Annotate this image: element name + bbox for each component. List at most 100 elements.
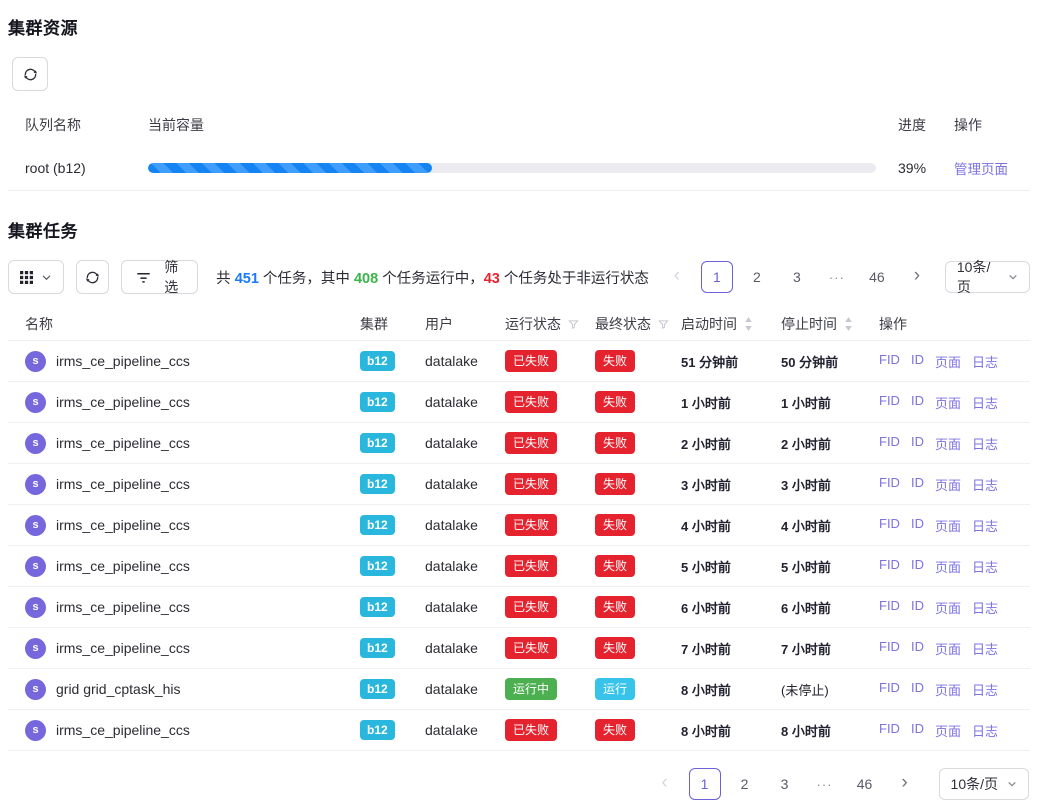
id-link[interactable]: ID — [911, 639, 924, 658]
capacity-progress-bar — [148, 163, 876, 173]
id-link[interactable]: ID — [911, 516, 924, 535]
page-button-46[interactable]: 46 — [861, 261, 893, 293]
run-status-badge: 已失败 — [505, 514, 557, 536]
filter-button-label: 筛选 — [159, 257, 183, 297]
page-button-3[interactable]: 3 — [769, 768, 801, 800]
spark-avatar-icon: s — [25, 556, 46, 577]
table-row: s irms_ce_pipeline_ccs b12 datalake 已失败 … — [8, 710, 1030, 751]
page-link[interactable]: 页面 — [935, 516, 961, 535]
layout-select-button[interactable] — [8, 260, 64, 294]
id-link[interactable]: ID — [911, 557, 924, 576]
page-link[interactable]: 页面 — [935, 393, 961, 412]
page-link[interactable]: 页面 — [935, 434, 961, 453]
log-link[interactable]: 日志 — [972, 557, 998, 576]
page-button-2[interactable]: 2 — [741, 261, 773, 293]
manage-page-link[interactable]: 管理页面 — [954, 162, 1008, 177]
spark-avatar-icon: s — [25, 638, 46, 659]
prev-page-button[interactable]: ‹ — [661, 261, 693, 293]
run-status-badge: 已失败 — [505, 719, 557, 741]
spark-avatar-icon: s — [25, 351, 46, 372]
page-link[interactable]: 页面 — [935, 639, 961, 658]
fid-link[interactable]: FID — [879, 598, 900, 617]
log-link[interactable]: 日志 — [972, 639, 998, 658]
page-size-select[interactable]: 10条/页 — [945, 261, 1030, 293]
column-user: 用户 — [425, 314, 505, 334]
tasks-refresh-button[interactable] — [76, 260, 109, 294]
fid-link[interactable]: FID — [879, 557, 900, 576]
run-status-badge: 已失败 — [505, 596, 557, 618]
final-status-badge: 失败 — [595, 596, 635, 618]
table-row: s irms_ce_pipeline_ccs b12 datalake 已失败 … — [8, 464, 1030, 505]
fid-link[interactable]: FID — [879, 393, 900, 412]
column-action: 操作 — [954, 115, 1030, 135]
sorter-icon[interactable] — [744, 317, 753, 331]
page-button-1[interactable]: 1 — [689, 768, 721, 800]
page-link[interactable]: 页面 — [935, 680, 961, 699]
log-link[interactable]: 日志 — [972, 516, 998, 535]
user-name: datalake — [425, 435, 505, 451]
final-status-badge: 失败 — [595, 432, 635, 454]
page-button-2[interactable]: 2 — [729, 768, 761, 800]
filter-button[interactable]: 筛选 — [121, 260, 198, 294]
summary-text: 共 — [216, 271, 235, 287]
page-link[interactable]: 页面 — [935, 721, 961, 740]
page-link[interactable]: 页面 — [935, 557, 961, 576]
next-page-button[interactable]: › — [889, 768, 921, 800]
prev-page-button[interactable]: ‹ — [649, 768, 681, 800]
page-size-select[interactable]: 10条/页 — [939, 768, 1029, 800]
task-name: irms_ce_pipeline_ccs — [56, 476, 190, 492]
user-name: datalake — [425, 353, 505, 369]
pager-ellipsis[interactable]: ··· — [821, 261, 853, 293]
sorter-icon[interactable] — [844, 317, 853, 331]
id-link[interactable]: ID — [911, 393, 924, 412]
fid-link[interactable]: FID — [879, 475, 900, 494]
log-link[interactable]: 日志 — [972, 680, 998, 699]
fid-link[interactable]: FID — [879, 352, 900, 371]
log-link[interactable]: 日志 — [972, 598, 998, 617]
page-button-1[interactable]: 1 — [701, 261, 733, 293]
fid-link[interactable]: FID — [879, 516, 900, 535]
id-link[interactable]: ID — [911, 352, 924, 371]
stop-time: 5 小时前 — [781, 557, 879, 576]
page-button-46[interactable]: 46 — [849, 768, 881, 800]
id-link[interactable]: ID — [911, 721, 924, 740]
fid-link[interactable]: FID — [879, 639, 900, 658]
log-link[interactable]: 日志 — [972, 393, 998, 412]
log-link[interactable]: 日志 — [972, 352, 998, 371]
start-time: 6 小时前 — [681, 598, 781, 617]
user-name: datalake — [425, 640, 505, 656]
task-name: irms_ce_pipeline_ccs — [56, 435, 190, 451]
filter-funnel-icon[interactable] — [568, 319, 579, 330]
fid-link[interactable]: FID — [879, 434, 900, 453]
spark-avatar-icon: s — [25, 597, 46, 618]
fid-link[interactable]: FID — [879, 680, 900, 699]
id-link[interactable]: ID — [911, 475, 924, 494]
capacity-progress-fill — [148, 163, 432, 173]
final-status-badge: 失败 — [595, 473, 635, 495]
spark-avatar-icon: s — [25, 474, 46, 495]
page-link[interactable]: 页面 — [935, 598, 961, 617]
page-link[interactable]: 页面 — [935, 475, 961, 494]
grid-icon — [20, 271, 33, 284]
run-status-badge: 运行中 — [505, 678, 557, 700]
filter-funnel-icon[interactable] — [658, 319, 669, 330]
pager-ellipsis[interactable]: ··· — [809, 768, 841, 800]
next-page-button[interactable]: › — [901, 261, 933, 293]
final-status-badge: 失败 — [595, 637, 635, 659]
log-link[interactable]: 日志 — [972, 721, 998, 740]
row-actions: FID ID 页面 日志 — [879, 557, 1030, 576]
cluster-badge: b12 — [360, 679, 395, 699]
spark-avatar-icon: s — [25, 515, 46, 536]
run-status-badge: 已失败 — [505, 432, 557, 454]
fid-link[interactable]: FID — [879, 721, 900, 740]
resources-refresh-button[interactable] — [12, 57, 48, 91]
page-link[interactable]: 页面 — [935, 352, 961, 371]
page-button-3[interactable]: 3 — [781, 261, 813, 293]
user-name: datalake — [425, 394, 505, 410]
id-link[interactable]: ID — [911, 434, 924, 453]
user-name: datalake — [425, 517, 505, 533]
log-link[interactable]: 日志 — [972, 475, 998, 494]
id-link[interactable]: ID — [911, 598, 924, 617]
id-link[interactable]: ID — [911, 680, 924, 699]
log-link[interactable]: 日志 — [972, 434, 998, 453]
